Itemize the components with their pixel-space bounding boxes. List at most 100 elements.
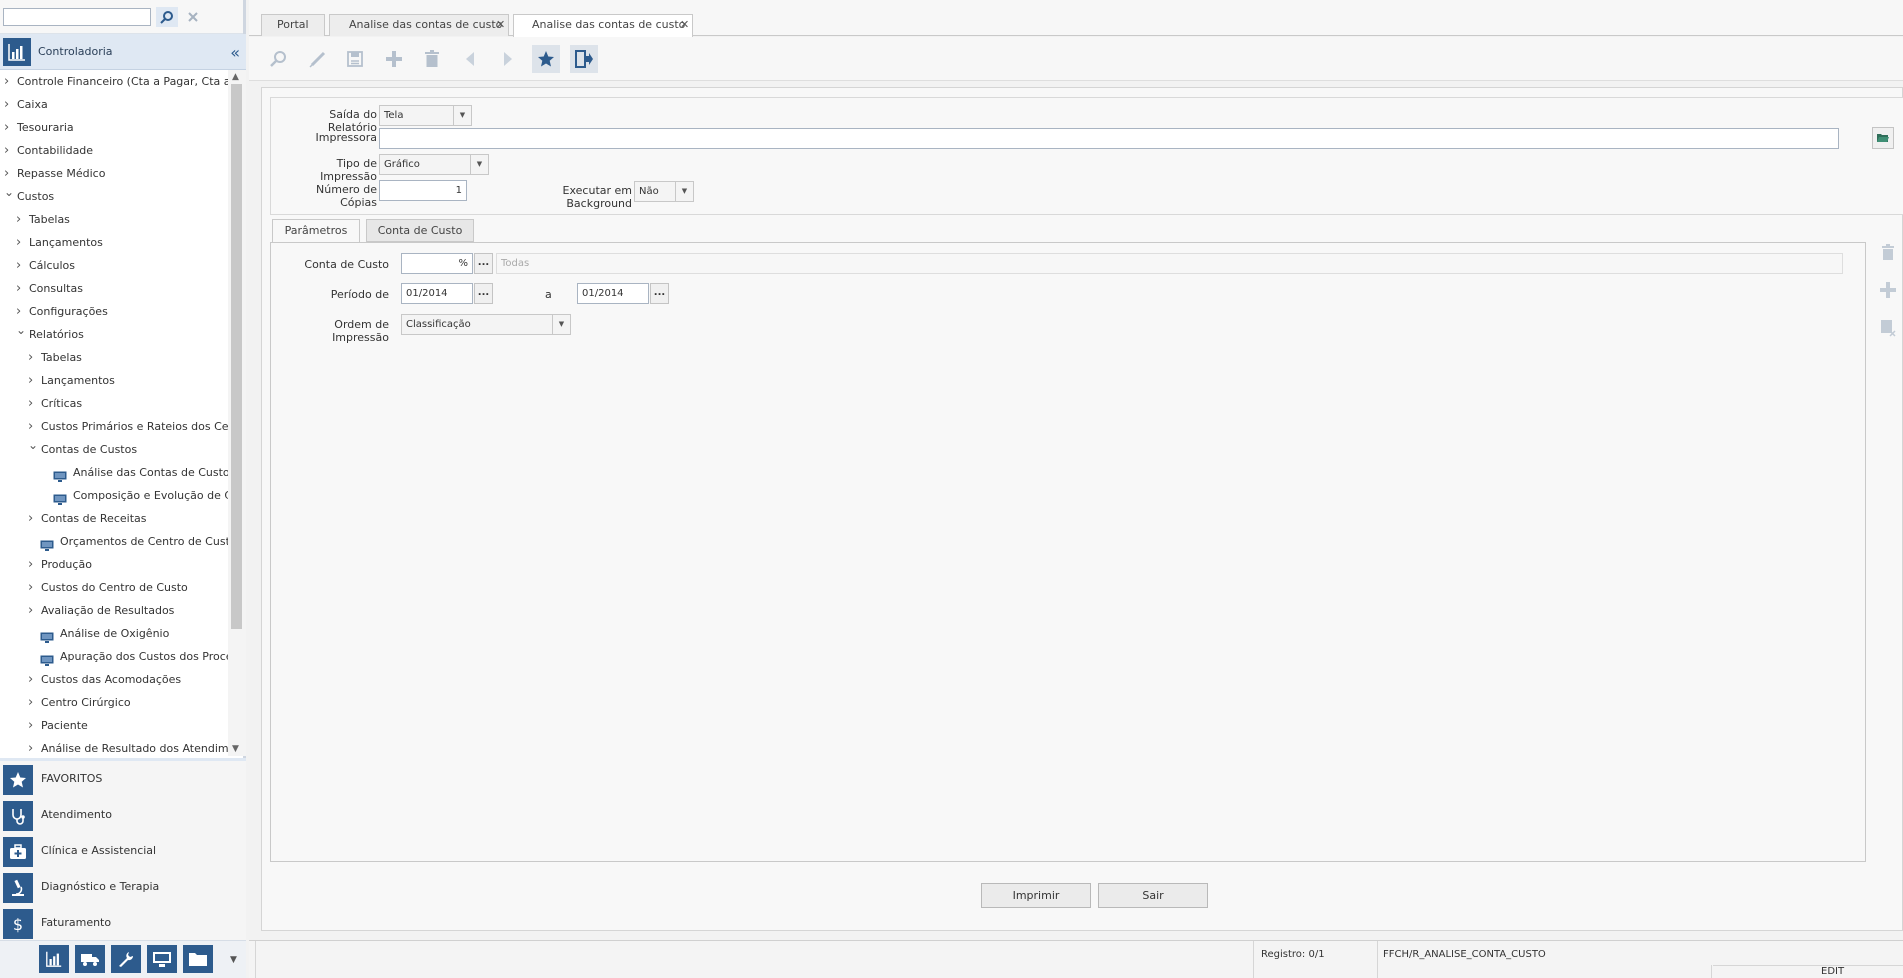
tab-analise-contas-custo-2[interactable]: Analise das contas de custo ✕ — [513, 14, 693, 37]
chevron-right-icon[interactable]: › — [4, 139, 14, 162]
chevron-right-icon[interactable]: › — [4, 116, 14, 139]
chevron-right-icon[interactable]: › — [16, 208, 26, 231]
module-header[interactable]: Controladoria « — [0, 34, 246, 70]
chevron-down-icon[interactable]: ▼ — [552, 315, 570, 334]
periodo-from-lookup-button[interactable]: ... — [474, 283, 493, 304]
chevron-down-icon[interactable]: ▼ — [675, 182, 693, 201]
chevron-right-icon[interactable]: › — [28, 691, 38, 714]
search-icon[interactable] — [265, 45, 293, 73]
chevron-down-icon[interactable]: ▼ — [453, 106, 471, 125]
delete-icon[interactable] — [418, 45, 446, 73]
saida-select[interactable]: Tela ▼ — [379, 105, 472, 126]
tree-item-contas-de-receitas[interactable]: › Contas de Receitas — [0, 507, 228, 530]
chevron-right-icon[interactable]: › — [16, 277, 26, 300]
chevron-right-icon[interactable]: › — [16, 254, 26, 277]
module-item-faturamento[interactable]: $ Faturamento — [0, 905, 246, 941]
chevron-right-icon[interactable]: › — [28, 392, 38, 415]
close-icon[interactable]: ✕ — [496, 15, 505, 35]
periodo-from-input[interactable]: 01/2014 — [401, 283, 473, 304]
chevron-right-icon[interactable]: › — [28, 507, 38, 530]
tree-item-tabelas[interactable]: › Tabelas — [0, 346, 228, 369]
delete-icon[interactable] — [1878, 242, 1898, 262]
tree-item-caixa[interactable]: › Caixa — [0, 93, 228, 116]
monitor-icon[interactable] — [147, 945, 177, 973]
tree-item-custos-das-acomodacoes[interactable]: › Custos das Acomodações — [0, 668, 228, 691]
module-item-favoritos[interactable]: FAVORITOS — [0, 761, 246, 797]
tree-item-repasse-medico[interactable]: › Repasse Médico — [0, 162, 228, 185]
tree-item-criticas[interactable]: › Críticas — [0, 392, 228, 415]
chevron-right-icon[interactable]: › — [28, 599, 38, 622]
chevron-right-icon[interactable]: › — [28, 737, 38, 756]
close-icon[interactable]: ✕ — [680, 15, 689, 35]
tree-scrollbar[interactable]: ▲ ▼ — [228, 70, 246, 756]
tab-conta-de-custo[interactable]: Conta de Custo — [366, 219, 474, 242]
tree-item-configuracoes[interactable]: › Configurações — [0, 300, 228, 323]
periodo-to-input[interactable]: 01/2014 — [577, 283, 649, 304]
tree-item-calculos[interactable]: › Cálculos — [0, 254, 228, 277]
save-icon[interactable] — [341, 45, 369, 73]
tree-item-lancamentos[interactable]: › Lançamentos — [0, 231, 228, 254]
tipo-impressao-select[interactable]: Gráfico ▼ — [379, 154, 489, 175]
tree-item-tesouraria[interactable]: › Tesouraria — [0, 116, 228, 139]
numero-copias-input[interactable]: 1 — [379, 180, 467, 201]
edit-icon[interactable] — [304, 45, 332, 73]
remove-row-icon[interactable] — [1878, 318, 1898, 338]
tree-item-controle-financeiro-cta-a-pagar-cta-a-rec[interactable]: › Controle Financeiro (Cta a Pagar, Cta a… — [0, 70, 228, 93]
add-icon[interactable] — [1878, 280, 1898, 300]
chevron-right-icon[interactable]: › — [4, 70, 14, 93]
tree-item-paciente[interactable]: › Paciente — [0, 714, 228, 737]
sair-button[interactable]: Sair — [1098, 883, 1208, 908]
previous-icon[interactable] — [456, 45, 484, 73]
tree-item-orcamentos-de-centro-de-custo[interactable]: Orçamentos de Centro de Custo — [0, 530, 228, 553]
module-item-diagnostico-e-terapia[interactable]: Diagnóstico e Terapia — [0, 869, 246, 905]
tree-item-custos-primarios-e-rateios-dos-centro[interactable]: ›Custos Primários e Rateios dos Centro — [0, 415, 228, 438]
chevron-right-icon[interactable]: › — [28, 553, 38, 576]
tree-item-contabilidade[interactable]: › Contabilidade — [0, 139, 228, 162]
chevron-down-icon[interactable]: ▼ — [470, 155, 488, 174]
tree-item-producao[interactable]: › Produção — [0, 553, 228, 576]
more-modules-icon[interactable]: ▼ — [230, 955, 237, 965]
tree-item-composicao-e-evolucao-de-cust[interactable]: Composição e Evolução de Cust — [0, 484, 228, 507]
imprimir-button[interactable]: Imprimir — [981, 883, 1091, 908]
tree-item-avaliacao-de-resultados[interactable]: › Avaliação de Resultados — [0, 599, 228, 622]
tree-item-consultas[interactable]: › Consultas — [0, 277, 228, 300]
search-icon[interactable] — [156, 7, 178, 27]
chevron-right-icon[interactable]: › — [28, 576, 38, 599]
tree-scrollbar-thumb[interactable] — [231, 84, 242, 629]
chevron-right-icon[interactable]: › — [4, 162, 14, 185]
ordem-impressao-select[interactable]: Classificação ▼ — [401, 314, 571, 335]
tree-item-contas-de-custos[interactable]: ⌄ Contas de Custos — [0, 438, 228, 461]
favorite-star-icon[interactable] — [532, 45, 560, 73]
tree-item-relatorios[interactable]: ⌄ Relatórios — [0, 323, 228, 346]
exit-icon[interactable] — [570, 45, 598, 73]
tree-item-centro-cirurgico[interactable]: › Centro Cirúrgico — [0, 691, 228, 714]
scroll-up-icon[interactable]: ▲ — [232, 72, 239, 82]
background-select[interactable]: Não ▼ — [634, 181, 694, 202]
collapse-sidebar-icon[interactable]: « — [230, 43, 240, 62]
tab-analise-contas-custo-1[interactable]: Analise das contas de custo ✕ — [329, 14, 509, 36]
module-item-clinica-e-assistencial[interactable]: Clínica e Assistencial — [0, 833, 246, 869]
module-item-atendimento[interactable]: Atendimento — [0, 797, 246, 833]
wrench-icon[interactable] — [111, 945, 141, 973]
add-icon[interactable] — [380, 45, 408, 73]
menu-search-input[interactable] — [3, 8, 151, 26]
clear-search-icon[interactable] — [182, 7, 204, 27]
tree-item-analise-de-resultado-dos-atendimento[interactable]: ›Análise de Resultado dos Atendimento — [0, 737, 228, 756]
tree-item-analise-das-contas-de-custo[interactable]: Análise das Contas de Custo — [0, 461, 228, 484]
tree-item-custos[interactable]: ⌄ Custos — [0, 185, 228, 208]
chevron-down-icon[interactable]: ⌄ — [16, 323, 26, 342]
periodo-to-lookup-button[interactable]: ... — [650, 283, 669, 304]
chevron-down-icon[interactable]: ⌄ — [4, 185, 14, 204]
tree-item-custos-do-centro-de-custo[interactable]: › Custos do Centro de Custo — [0, 576, 228, 599]
truck-icon[interactable] — [75, 945, 105, 973]
chevron-down-icon[interactable]: ⌄ — [28, 438, 38, 457]
tree-item-analise-de-oxigenio[interactable]: Análise de Oxigênio — [0, 622, 228, 645]
chevron-right-icon[interactable]: › — [28, 369, 38, 392]
chevron-right-icon[interactable]: › — [16, 300, 26, 323]
conta-custo-lookup-button[interactable]: ... — [474, 253, 493, 274]
conta-custo-input[interactable]: % — [401, 253, 473, 274]
chevron-right-icon[interactable]: › — [28, 346, 38, 369]
scroll-down-icon[interactable]: ▼ — [232, 744, 239, 754]
chevron-right-icon[interactable]: › — [28, 668, 38, 691]
chevron-right-icon[interactable]: › — [28, 714, 38, 737]
